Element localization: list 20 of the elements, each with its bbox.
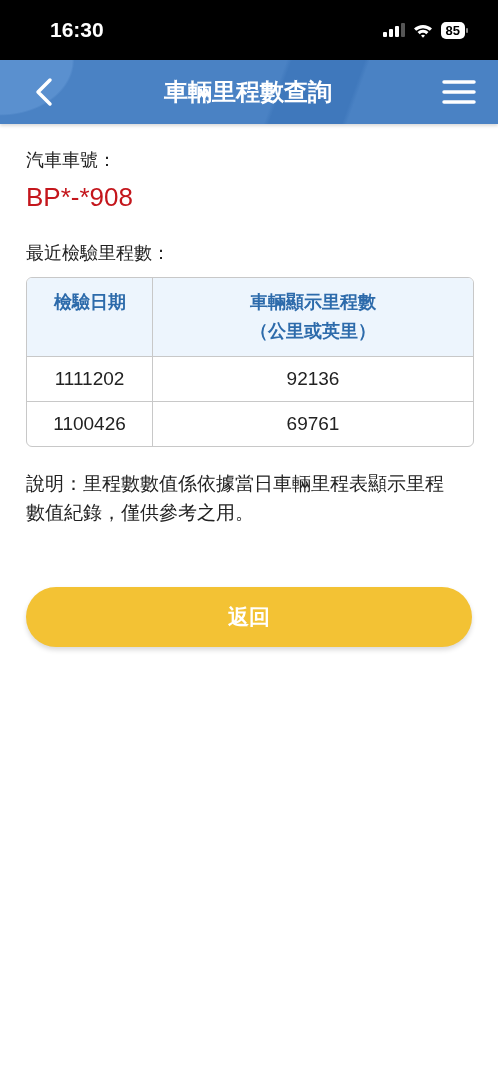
battery-icon: 85	[440, 21, 468, 39]
status-time: 16:30	[50, 18, 104, 42]
plate-number: BP*-*908	[26, 182, 133, 213]
menu-icon	[442, 79, 476, 105]
back-button[interactable]	[34, 77, 54, 107]
return-button[interactable]: 返回	[26, 587, 472, 648]
column-header: 檢驗日期	[52, 290, 127, 314]
table-cell-text: 1111202	[53, 366, 126, 391]
menu-button[interactable]	[442, 79, 476, 105]
wifi-icon	[412, 22, 433, 38]
signal-icon	[382, 23, 405, 37]
table-cell: 92136	[152, 356, 473, 401]
mileage-label: 最近檢驗里程數：	[26, 241, 170, 265]
table-cell: 69761	[152, 401, 473, 446]
back-icon	[34, 77, 54, 107]
column-header: 車輛顯示里程數（公里或英里）	[152, 278, 473, 356]
table-cell-text: 1100426	[52, 411, 127, 436]
page-title: 車輛里程數查詢	[164, 77, 332, 108]
note-text: 說明：里程數數值係依據當日車輛里程表顯示里程數值紀錄，僅供參考之用。	[26, 470, 445, 526]
plate-label: 汽車車號：	[26, 148, 116, 172]
